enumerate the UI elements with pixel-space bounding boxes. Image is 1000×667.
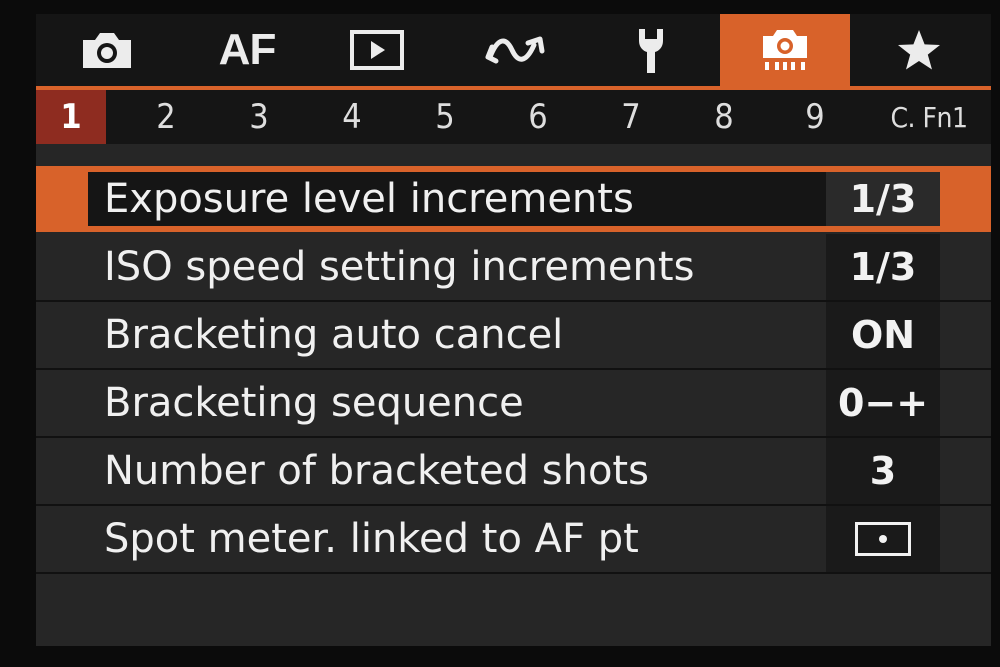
tab-setup[interactable] (586, 14, 716, 86)
camera-menu-screen: AF 1 2 3 4 5 6 7 8 9 C. Fn1 Exposure lev… (36, 14, 991, 646)
menu-item-value: 3 (869, 449, 897, 493)
playback-icon (350, 30, 404, 70)
menu-item-iso-speed-setting-increments[interactable]: ISO speed setting increments 1/3 (36, 234, 991, 302)
menu-item-value: 0−+ (837, 381, 929, 425)
row-divider (36, 572, 991, 574)
page-c-fn1[interactable]: C. Fn1 (874, 90, 984, 144)
tab-bar: AF (36, 14, 991, 86)
wireless-icon (485, 36, 545, 64)
custom-function-icon (763, 30, 807, 70)
page-1[interactable]: 1 (36, 90, 106, 144)
tab-playback[interactable] (312, 14, 442, 86)
page-9[interactable]: 9 (780, 90, 850, 144)
menu-item-value-box: 1/3 (826, 234, 940, 300)
tab-custom-functions[interactable] (720, 14, 850, 86)
page-2[interactable]: 2 (131, 90, 201, 144)
menu-item-value: 1/3 (849, 177, 917, 221)
menu-item-spot-meter-linked-to-af-pt[interactable]: Spot meter. linked to AF pt (36, 506, 991, 574)
menu-item-bracketing-sequence[interactable]: Bracketing sequence 0−+ (36, 370, 991, 438)
menu-item-exposure-level-increments[interactable]: Exposure level increments 1/3 (36, 166, 991, 232)
menu-item-value-box: 1/3 (826, 172, 940, 226)
menu-item-value: ON (850, 313, 916, 357)
menu-item-number-of-bracketed-shots[interactable]: Number of bracketed shots 3 (36, 438, 991, 506)
page-8[interactable]: 8 (689, 90, 759, 144)
spot-meter-dot (879, 535, 887, 543)
page-selector: 1 2 3 4 5 6 7 8 9 C. Fn1 (36, 90, 991, 144)
spot-meter-icon (855, 522, 911, 556)
menu-item-label: Exposure level increments (104, 176, 634, 222)
menu-item-value-box: 3 (826, 438, 940, 504)
af-tab-label: AF (218, 25, 277, 74)
tab-my-menu[interactable] (854, 14, 984, 86)
menu-item-bracketing-auto-cancel[interactable]: Bracketing auto cancel ON (36, 302, 991, 370)
menu-item-value-box (826, 506, 940, 572)
star-icon (898, 30, 940, 70)
tab-shooting[interactable] (42, 14, 172, 86)
wrench-icon (639, 29, 663, 73)
menu-item-value: 1/3 (849, 245, 917, 289)
page-4[interactable]: 4 (317, 90, 387, 144)
menu-item-value-box: ON (826, 302, 940, 368)
page-6[interactable]: 6 (503, 90, 573, 144)
menu-item-label: Spot meter. linked to AF pt (104, 516, 639, 562)
tab-af[interactable]: AF (182, 14, 312, 86)
menu-item-label: Bracketing auto cancel (104, 312, 564, 358)
page-3[interactable]: 3 (224, 90, 294, 144)
menu-item-label: ISO speed setting increments (104, 244, 695, 290)
tab-wireless[interactable] (454, 14, 584, 86)
page-5[interactable]: 5 (410, 90, 480, 144)
camera-icon (83, 33, 131, 68)
menu-item-value-box: 0−+ (826, 370, 940, 436)
menu-item-label: Bracketing sequence (104, 380, 524, 426)
page-7[interactable]: 7 (596, 90, 666, 144)
menu-item-label: Number of bracketed shots (104, 448, 649, 494)
